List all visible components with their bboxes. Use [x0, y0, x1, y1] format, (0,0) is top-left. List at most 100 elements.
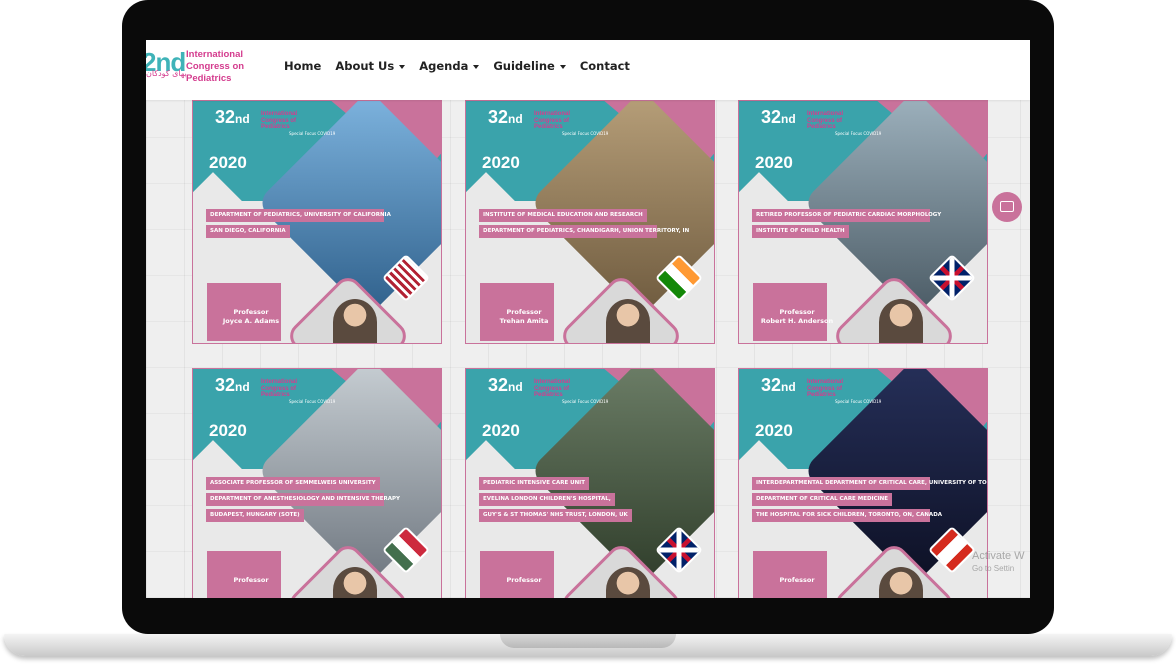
id-card-icon: [1000, 201, 1014, 212]
professor-name-label: Professor Trehan Amita: [486, 308, 562, 326]
site-logo[interactable]: 2nd International Congress on Pediatrics…: [146, 45, 256, 95]
card-edition-number: 32nd: [488, 107, 523, 128]
card-special-focus: Special Focus COVID19: [289, 131, 336, 136]
nav-about-us-label: About Us: [335, 59, 395, 73]
card-special-focus: Special Focus COVID19: [562, 131, 609, 136]
speaker-card[interactable]: 32nd International Congress of Pediatrics…: [192, 368, 442, 598]
speaker-card[interactable]: 32nd International Congress of Pediatrics…: [465, 100, 715, 344]
card-conference-title: International Congress of Pediatrics: [807, 111, 844, 130]
edition-ordinal: nd: [781, 380, 796, 394]
card-department-line: INSTITUTE OF MEDICAL EDUCATION AND RESEA…: [479, 209, 647, 222]
nav-contact-label: Contact: [579, 59, 630, 73]
card-department-line: BUDAPEST, HUNGARY (SOTE): [206, 509, 304, 522]
professor-label-box: [207, 551, 281, 598]
professor-portrait: [879, 299, 923, 343]
speaker-card[interactable]: 32nd International Congress of Pediatrics…: [738, 100, 988, 344]
professor-label-box: [753, 551, 827, 598]
contact-card-button[interactable]: [992, 192, 1022, 222]
card-department-line: DEPARTMENT OF PEDIATRICS, UNIVERSITY OF …: [206, 209, 391, 222]
nav-about-us[interactable]: About Us: [328, 55, 412, 77]
chevron-down-icon: [473, 64, 480, 69]
professor-name-label: Professor Robert H. Anderson: [759, 308, 835, 326]
card-conference-title: International Congress of Pediatrics: [534, 111, 571, 130]
card-department-line: RETIRED PROFESSOR OF PEDIATRIC CARDIAC M…: [752, 209, 941, 222]
card-edition-number: 32nd: [761, 107, 796, 128]
professor-title: Professor: [779, 308, 815, 316]
card-year: 2020: [482, 153, 520, 172]
navbar: 2nd International Congress on Pediatrics…: [146, 40, 1030, 100]
edition-ordinal: nd: [508, 380, 523, 394]
speaker-card[interactable]: 32nd International Congress of Pediatrics…: [192, 100, 442, 344]
edition-number: 32: [761, 375, 782, 395]
edition-number: 32: [488, 107, 509, 127]
card-edition-number: 32nd: [761, 375, 796, 396]
logo-persian-text: سی و دومین کنگره بین المللی بیماریهای کو…: [146, 69, 186, 78]
card-department-line: SAN DIEGO, CALIFORNIA: [206, 225, 290, 238]
edition-number: 32: [215, 107, 236, 127]
nav-home[interactable]: Home: [277, 55, 328, 77]
professor-name-label: Professor: [759, 576, 835, 585]
card-department-line: DEPARTMENT OF ANESTHESIOLOGY AND INTENSI…: [206, 493, 400, 506]
professor-portrait: [606, 299, 650, 343]
professor-title: Professor: [233, 308, 269, 316]
card-year: 2020: [209, 153, 247, 172]
professor-title: Professor: [506, 576, 542, 584]
edition-ordinal: nd: [781, 112, 796, 126]
card-conference-title: International Congress of Pediatrics: [807, 379, 844, 398]
card-year: 2020: [755, 153, 793, 172]
card-department-line: THE HOSPITAL FOR SICK CHILDREN, TORONTO,…: [752, 509, 942, 522]
card-conference-title: International Congress of Pediatrics: [534, 379, 571, 398]
laptop-notch: [500, 634, 676, 648]
card-special-focus: Special Focus COVID19: [289, 399, 336, 404]
speakers-grid: 32nd International Congress of Pediatrics…: [190, 100, 998, 598]
professor-name: Robert H. Anderson: [760, 317, 834, 325]
chevron-down-icon: [559, 64, 566, 69]
card-special-focus: Special Focus COVID19: [835, 131, 882, 136]
card-department-line: ASSOCIATE PROFESSOR OF SEMMELWEIS UNIVER…: [206, 477, 380, 490]
professor-name-label: Professor: [213, 576, 289, 585]
card-special-focus: Special Focus COVID19: [562, 399, 609, 404]
edition-ordinal: nd: [235, 112, 250, 126]
activate-windows-watermark: Activate W: [972, 550, 1025, 562]
nav-guideline-label: Guideline: [493, 59, 555, 73]
main-nav: Home About Us Agenda Guideline Contact: [277, 55, 637, 77]
professor-name-label: Professor Joyce A. Adams: [213, 308, 289, 326]
card-edition-number: 32nd: [488, 375, 523, 396]
card-year: 2020: [755, 421, 793, 440]
card-department-line: EVELINA LONDON CHILDREN'S HOSPITAL,: [479, 493, 615, 506]
card-department-line: GUY'S & ST THOMAS' NHS TRUST, LONDON, UK: [479, 509, 632, 522]
nav-agenda-label: Agenda: [419, 59, 469, 73]
card-edition-number: 32nd: [215, 107, 250, 128]
card-year: 2020: [209, 421, 247, 440]
chevron-down-icon: [399, 64, 406, 69]
edition-ordinal: nd: [508, 112, 523, 126]
professor-label-box: [480, 551, 554, 598]
edition-ordinal: nd: [235, 380, 250, 394]
card-department-line: DEPARTMENT OF PEDIATRICS, CHANDIGARH, UN…: [479, 225, 689, 238]
edition-number: 32: [488, 375, 509, 395]
edition-number: 32: [215, 375, 236, 395]
logo-english-text: International Congress on Pediatrics: [186, 49, 245, 84]
card-department-line: INTERDEPARTMENTAL DEPARTMENT OF CRITICAL…: [752, 477, 987, 490]
card-department-line: DEPARTMENT OF CRITICAL CARE MEDICINE: [752, 493, 893, 506]
nav-contact[interactable]: Contact: [573, 55, 637, 77]
speaker-card[interactable]: 32nd International Congress of Pediatrics…: [738, 368, 988, 598]
card-department-line: PEDIATRIC INTENSIVE CARE UNIT: [479, 477, 589, 490]
professor-title: Professor: [233, 576, 269, 584]
professor-title: Professor: [506, 308, 542, 316]
card-edition-number: 32nd: [215, 375, 250, 396]
card-conference-title: International Congress of Pediatrics: [261, 111, 298, 130]
nav-agenda[interactable]: Agenda: [412, 55, 486, 77]
card-year: 2020: [482, 421, 520, 440]
browser-screen: 2nd International Congress on Pediatrics…: [146, 40, 1030, 598]
professor-portrait: [333, 299, 377, 343]
speaker-card[interactable]: 32nd International Congress of Pediatrics…: [465, 368, 715, 598]
professor-title: Professor: [779, 576, 815, 584]
card-department-line: INSTITUTE OF CHILD HEALTH: [752, 225, 849, 238]
professor-name-label: Professor: [486, 576, 562, 585]
nav-guideline[interactable]: Guideline: [486, 55, 572, 77]
edition-number: 32: [761, 107, 782, 127]
professor-name: Trehan Amita: [499, 317, 549, 325]
activate-windows-subtext: Go to Settin: [972, 564, 1015, 573]
professor-name: Joyce A. Adams: [222, 317, 280, 325]
